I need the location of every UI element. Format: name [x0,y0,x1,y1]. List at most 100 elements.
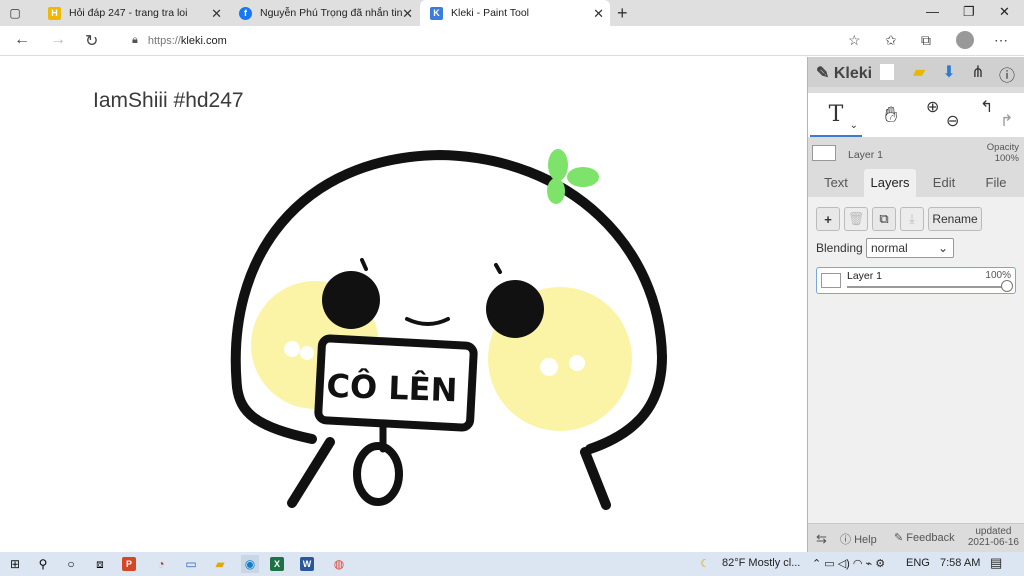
zoom-out-icon[interactable]: ⊖ [946,111,959,131]
drawing-canvas[interactable]: IamShiii #hd247 CÔ LÊN [0,57,807,552]
undo-redo-buttons: ↰ ↱ [972,93,1022,137]
close-icon[interactable]: ✕ [593,6,604,22]
app-red-icon[interactable]: ◔ [152,555,170,573]
chevron-down-icon[interactable]: ⌄ [850,120,858,131]
window-close-icon[interactable]: ✕ [999,4,1010,20]
tab-text[interactable]: Text [812,169,860,197]
redo-icon[interactable]: ↱ [1000,111,1013,131]
blending-select[interactable]: normal ⌄ [866,238,954,258]
tab-layers[interactable]: Layers [864,169,916,197]
edge-icon[interactable]: ◉ [241,555,259,573]
tray-icons[interactable]: ⌃ ▭ ◁) ◠ ⌁ ⚙ [812,557,885,570]
search-icon[interactable]: ⚲ [34,555,52,573]
close-icon[interactable]: ✕ [211,6,222,22]
plus-icon: + [824,211,832,227]
layer-thumbnail [821,273,841,288]
new-image-icon[interactable] [880,64,894,80]
undo-icon[interactable]: ↰ [980,97,993,117]
task-view-icon[interactable]: ⧈ [91,555,109,573]
layer-thumbnail [812,145,836,161]
kleki-side-panel: ✎ Kleki ▰ ⬇ ⋔ ⓘ T ⌄ ✋︎ ⊕ ⊖ ↰ ↱ Layer 1 O… [807,57,1024,552]
help-link[interactable]: ⓘ Help [840,531,877,547]
leaf [548,149,568,181]
word-icon[interactable]: W [300,557,314,571]
language-indicator[interactable]: ENG [906,557,930,569]
blending-value: normal [871,241,908,255]
panel-footer: ⇆ ⓘ Help ✎ Feedback updated 2021-06-16 [808,523,1024,552]
logo-text: Kleki [833,65,873,82]
download-icon[interactable]: ⬇ [940,62,958,82]
text-tool-icon: T [828,101,844,127]
close-icon[interactable]: ✕ [402,6,413,22]
tab-edit[interactable]: Edit [920,169,968,197]
zoom-in-icon[interactable]: ⊕ [926,97,939,117]
share-icon[interactable]: ⋔ [969,62,987,82]
tab-file[interactable]: File [972,169,1020,197]
merge-down-button[interactable]: ⤓ [900,207,924,231]
tab-kleki[interactable]: K Kleki - Paint Tool ✕ [420,0,610,26]
notification-icon[interactable]: ▤ [990,555,1002,571]
duplicate-icon: ⧉ [879,211,889,226]
back-icon[interactable]: ← [14,31,30,49]
kleki-logo: ✎ Kleki [816,65,873,82]
trash-icon: 🗑︎ [847,211,865,226]
forward-icon[interactable]: → [50,31,66,49]
delete-layer-button[interactable]: 🗑︎ [844,207,868,231]
blending-label: Blending [816,241,863,255]
zoom-buttons: ⊕ ⊖ [920,93,968,137]
favorites-icon[interactable]: ✩ [885,32,897,49]
url-field[interactable]: 🔒︎ https://kleki.com [116,29,876,52]
current-layer-indicator: Layer 1 Opacity 100% [812,142,1021,165]
swap-icon[interactable]: ⇆ [816,531,827,547]
chrome-icon[interactable]: ◍ [330,555,348,573]
add-favorite-icon[interactable]: ☆ [848,32,861,49]
kleki-favicon-icon: K [430,6,443,20]
help-icon[interactable]: ⓘ [998,62,1016,85]
url-host: kleki.com [180,34,227,47]
url-protocol: https:// [147,34,181,47]
mouth [405,317,450,326]
facebook-favicon-icon: f [239,6,252,20]
opacity-label: Opacity [986,142,1019,153]
chevron-down-icon: ⌄ [937,241,948,255]
updated-date: 2021-06-16 [967,537,1019,548]
tab-title: Nguyễn Phú Trọng đã nhắn tin F [260,7,405,19]
more-menu-icon[interactable]: ⋯ [994,32,1008,49]
layer-opacity-slider[interactable] [847,286,1007,288]
opacity-value: 100% [994,153,1019,164]
excel-icon[interactable]: X [270,557,284,571]
windows-start-icon[interactable]: ⊞ [6,555,24,573]
tab-facebook[interactable]: f Nguyễn Phú Trọng đã nhắn tin F ✕ [229,0,419,26]
monitor-icon[interactable]: ▭ [182,555,200,573]
leaf [547,178,565,204]
layer-name: Layer 1 [847,270,883,282]
duplicate-layer-button[interactable]: ⧉ [872,207,896,231]
open-folder-icon[interactable]: ▰ [910,62,928,82]
panel-tabs: Text Layers Edit File [808,169,1024,197]
refresh-icon[interactable]: ↻ [85,31,98,51]
add-layer-button[interactable]: + [816,207,840,231]
weather-text[interactable]: 82°F Mostly cl... [722,557,800,569]
minimize-icon[interactable]: — [926,4,939,19]
tab-actions-icon[interactable]: ▢ [8,6,22,20]
hand-tool-button[interactable]: ✋︎ [866,93,916,137]
cortana-icon[interactable]: ○ [62,555,80,573]
feedback-link[interactable]: ✎ Feedback [894,531,955,544]
text-tool-button[interactable]: T ⌄ [810,93,862,137]
hand-icon: ✋︎ [884,102,898,127]
file-explorer-icon[interactable]: ▰ [211,555,229,573]
clock[interactable]: 7:58 AM [940,557,980,569]
layer-item[interactable]: Layer 1 100% [816,267,1016,294]
profile-avatar[interactable] [956,31,974,49]
opacity-readout: Opacity 100% [987,142,1019,164]
rename-button[interactable]: Rename [928,207,982,231]
help-text: Help [854,534,877,546]
tab-hoidap[interactable]: H Hỏi đáp 247 - trang tra loi ✕ [38,0,228,26]
slider-knob[interactable] [1001,280,1013,292]
powerpoint-icon[interactable]: P [122,557,136,571]
restore-icon[interactable]: ❐ [963,4,975,20]
sparkle [569,355,585,371]
new-tab-icon[interactable]: + [617,3,628,24]
pencil-icon: ✎ [894,532,904,544]
collections-icon[interactable]: ⧉ [921,32,931,49]
